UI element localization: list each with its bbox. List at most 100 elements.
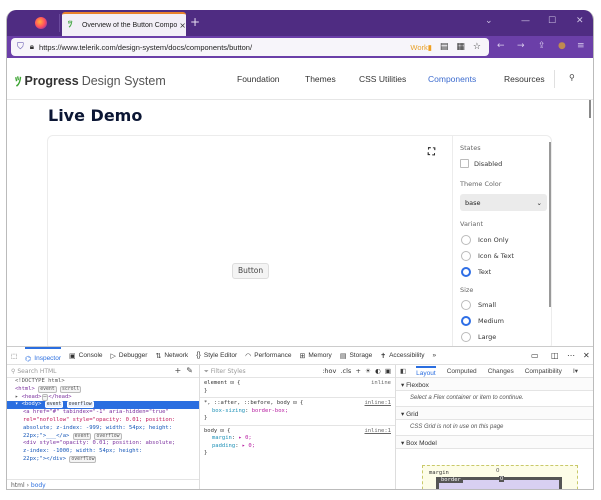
size-small-radio[interactable] <box>461 300 471 310</box>
css-value[interactable]: ▸ 0; <box>242 443 255 449</box>
overflow-badge[interactable]: overflow <box>66 401 94 409</box>
search-html-input[interactable]: ⚲ Search HTML + ✎ <box>7 365 199 378</box>
tab-console[interactable]: ▣ Console <box>69 352 102 360</box>
variant-text-radio[interactable] <box>461 267 471 277</box>
eyedropper-icon[interactable]: ✎ <box>186 366 193 375</box>
url-bar[interactable]: ⛉ 🔒︎ https://www.telerik.com/design-syst… <box>11 38 489 56</box>
nav-foundation[interactable]: Foundation <box>237 74 280 84</box>
margin-value[interactable]: 0 <box>496 468 500 474</box>
css-property[interactable]: box-sizing <box>204 408 245 414</box>
fullscreen-icon[interactable]: ⛶ <box>428 147 435 158</box>
reader-view-icon[interactable]: ▤ <box>440 42 449 52</box>
hover-state-toggle[interactable]: :hov <box>322 367 336 375</box>
print-media-icon[interactable]: ▣ <box>385 367 391 375</box>
tree-row[interactable]: 22px;"></div> overflow <box>15 455 199 464</box>
rule-selector[interactable]: body ⊡ { <box>204 428 391 436</box>
tree-row[interactable]: <html> event scroll <box>15 385 199 394</box>
close-devtools-icon[interactable]: ✕ <box>583 351 590 360</box>
scroll-badge[interactable]: scroll <box>59 385 82 393</box>
share-icon[interactable]: ⇪ <box>538 41 546 51</box>
nav-css-utilities[interactable]: CSS Utilities <box>359 74 406 84</box>
light-mode-icon[interactable]: ☀ <box>365 367 371 375</box>
breadcrumb-body[interactable]: body <box>31 482 46 489</box>
css-property[interactable]: margin <box>204 435 232 441</box>
tree-row[interactable]: <!DOCTYPE html> <box>15 378 199 386</box>
responsive-design-icon[interactable]: ◫ <box>551 351 559 360</box>
tab-accessibility[interactable]: ✝ Accessibility <box>380 352 424 360</box>
tab-inspector[interactable]: ⌬ Inspector <box>25 346 62 365</box>
demo-button[interactable]: Button <box>232 263 270 279</box>
nav-themes[interactable]: Themes <box>305 74 336 84</box>
tab-memory[interactable]: ⊞ Memory <box>299 352 331 360</box>
variant-icon-only-radio[interactable] <box>461 235 471 245</box>
rule-selector[interactable]: *, ::after, ::before, body ⊡ { <box>204 400 391 408</box>
qr-code-icon[interactable]: ▦ <box>456 42 465 52</box>
disabled-checkbox[interactable] <box>460 159 469 168</box>
url-text[interactable]: https://www.telerik.com/design-system/do… <box>39 43 410 52</box>
overflow-badge[interactable]: overflow <box>69 455 97 463</box>
event-badge[interactable]: event <box>38 385 57 393</box>
expand-arrow-icon[interactable]: ▸ <box>15 394 22 400</box>
more-tabs-button[interactable]: » <box>433 352 437 359</box>
forward-button[interactable]: → <box>517 41 525 51</box>
tab-computed[interactable]: Computed <box>447 368 477 375</box>
variant-icon-text-radio[interactable] <box>461 251 471 261</box>
tab-changes[interactable]: Changes <box>488 368 514 375</box>
dock-icon[interactable]: ▭ <box>531 351 539 360</box>
tree-row[interactable]: 22px;">___</a> event overflow <box>15 432 199 441</box>
box-model-section-header[interactable]: ▾ Box Model <box>396 436 593 449</box>
border-value[interactable]: 0 <box>499 476 505 482</box>
page-scrollbar[interactable] <box>589 100 591 118</box>
tree-row[interactable]: ▸ <head> ⋯ </head> <box>15 393 199 402</box>
tab-network[interactable]: ⇅ Network <box>155 352 188 360</box>
options-scrollbar[interactable] <box>549 142 551 307</box>
site-logo[interactable]: ﾂ Progress Design System <box>15 71 166 90</box>
tab-storage[interactable]: ▤ Storage <box>340 352 372 360</box>
size-large-radio[interactable] <box>461 332 471 342</box>
css-value[interactable]: ▸ 0; <box>239 435 252 441</box>
bookmark-star-icon[interactable]: ☆ <box>473 42 481 52</box>
more-options-icon[interactable]: ⋯ <box>567 351 575 360</box>
close-tab-icon[interactable]: × <box>179 21 186 30</box>
tab-debugger[interactable]: ▷ Debugger <box>111 352 148 360</box>
element-picker-icon[interactable]: ⬚ <box>11 352 17 360</box>
rule-source-link[interactable]: inline:1 <box>365 428 392 436</box>
close-window-button[interactable]: ✕ <box>576 16 584 26</box>
list-all-tabs-icon[interactable]: ⌄ <box>485 16 493 26</box>
tree-row[interactable]: <div style="opacity: 0.01; position: abs… <box>15 440 199 448</box>
event-badge[interactable]: event <box>72 432 92 440</box>
back-button[interactable]: ← <box>497 41 505 51</box>
tree-row[interactable]: rel="nofollow" style="opacity: 0.01; pos… <box>15 417 199 425</box>
rule-selector[interactable]: element ⊡ { <box>204 380 391 388</box>
tree-row[interactable]: z-index: -1000; width: 54px; height: <box>15 448 199 456</box>
lock-icon[interactable]: 🔒︎ <box>30 42 34 52</box>
class-toggle[interactable]: .cls <box>340 367 351 375</box>
shield-icon[interactable]: ⛉ <box>17 42 24 52</box>
add-rule-icon[interactable]: + <box>355 367 360 375</box>
minimize-button[interactable]: — <box>521 16 530 26</box>
maximize-button[interactable]: ☐ <box>548 16 556 26</box>
dark-mode-icon[interactable]: ◐ <box>375 367 381 375</box>
flexbox-section-header[interactable]: ▾ Flexbox <box>396 378 593 391</box>
container-label[interactable]: Work▮ <box>410 43 432 52</box>
css-value[interactable]: border-box; <box>252 408 288 414</box>
overflow-badge[interactable]: overflow <box>94 432 122 440</box>
size-medium-radio[interactable] <box>461 316 471 326</box>
css-property[interactable]: padding <box>204 443 235 449</box>
tree-row[interactable]: absolute; z-index: -999; width: 54px; he… <box>15 425 199 433</box>
firefox-view-icon[interactable] <box>35 17 47 29</box>
profile-avatar[interactable]: ● <box>558 41 566 51</box>
menu-icon[interactable]: ≡ <box>577 41 585 51</box>
tab-compatibility[interactable]: Compatibility <box>525 368 562 375</box>
tab-layout[interactable]: Layout <box>416 365 436 377</box>
new-tab-button[interactable]: + <box>190 15 200 29</box>
tree-row[interactable]: <a href="#" tabindex="-1" aria-hidden="t… <box>15 409 199 417</box>
nav-components[interactable]: Components <box>428 74 476 84</box>
tab-style-editor[interactable]: {} Style Editor <box>196 352 237 359</box>
tree-row-selected[interactable]: ▾ <body> event overflow <box>7 401 199 410</box>
add-node-icon[interactable]: + <box>175 366 182 375</box>
theme-color-select[interactable]: base ⌄ <box>460 194 547 211</box>
rule-source-link[interactable]: inline:1 <box>365 400 392 408</box>
event-badge[interactable]: event <box>44 401 64 409</box>
toggle-sidebar-icon[interactable]: ◧ <box>400 367 406 375</box>
